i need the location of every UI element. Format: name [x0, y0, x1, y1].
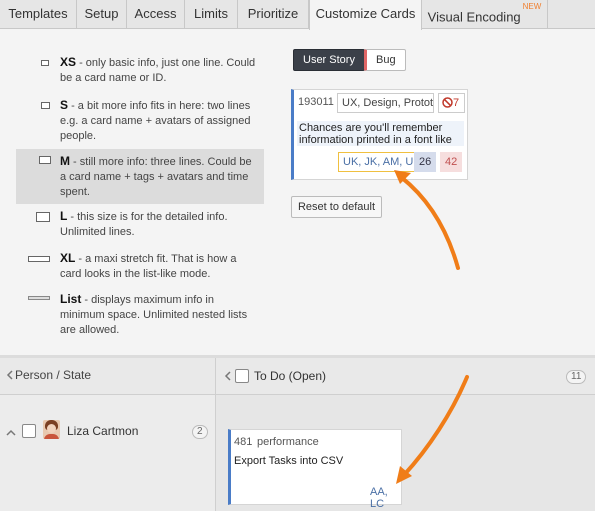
size-option-s[interactable]: S - a bit more info fits in here: two li… — [16, 96, 264, 146]
size-s-name: S — [60, 98, 69, 112]
size-xl-desc: - a maxi stretch fit. That is how a card… — [60, 253, 237, 280]
column-header-todo: To Do (Open) 11 — [216, 358, 595, 395]
board-card-tag: performance — [257, 436, 319, 448]
size-m-text: M - still more info: three lines. Could … — [60, 154, 260, 200]
size-xl-icon — [28, 256, 50, 262]
row-header-liza: Liza Cartmon 2 — [0, 395, 215, 511]
chevron-left-icon[interactable] — [6, 370, 14, 380]
row-select-checkbox[interactable] — [22, 424, 36, 438]
axis-header: Person / State — [0, 358, 215, 395]
size-l-desc: - this size is for the detailed info. Un… — [60, 211, 228, 238]
size-s-desc: - a bit more info fits in here: two line… — [60, 100, 251, 142]
tab-visual-encoding-label: Visual Encoding — [427, 9, 521, 25]
size-option-list[interactable]: List - displays maximum info in minimum … — [16, 291, 264, 341]
column-select-checkbox[interactable] — [235, 369, 249, 383]
size-option-l[interactable]: L - this size is for the detailed info. … — [16, 208, 264, 244]
size-xs-desc: - only basic info, just one line. Could … — [60, 57, 256, 84]
chevron-up-icon[interactable] — [6, 429, 16, 437]
arrow-to-preview-assignees — [399, 175, 460, 270]
size-option-m[interactable]: M - still more info: three lines. Could … — [16, 149, 264, 204]
size-xl-name: XL — [60, 251, 76, 265]
size-l-icon — [36, 212, 50, 222]
size-m-desc: - still more info: three lines. Could be… — [60, 156, 252, 198]
bug-type-button[interactable]: Bug — [364, 49, 406, 71]
board-card-assignees: AA, LC — [370, 486, 388, 510]
size-xl-text: XL - a maxi stretch fit. That is how a c… — [60, 251, 260, 282]
preview-card-tags: UX, Design, Prototyping — [337, 93, 434, 113]
reset-to-default-button[interactable]: Reset to default — [291, 196, 382, 218]
size-list-text: List - displays maximum info in minimum … — [60, 292, 260, 338]
size-s-icon — [41, 102, 50, 109]
size-m-name: M — [60, 154, 70, 168]
preview-card-bugs-count: 7 — [453, 97, 460, 109]
board-card[interactable]: 481 performance Export Tasks into CSV AA… — [228, 429, 402, 510]
size-list-icon — [28, 296, 50, 300]
preview-card: 193011 UX, Design, Prototyping 7 Chances… — [291, 89, 468, 180]
size-list-desc: - displays maximum info in minimum space… — [60, 294, 248, 336]
tab-customize-cards[interactable]: Customize Cards — [309, 0, 422, 30]
row-count-badge: 2 — [192, 425, 208, 439]
tab-prioritize[interactable]: Prioritize — [238, 0, 309, 29]
column-label: To Do (Open) — [254, 369, 327, 383]
board-card-title: Export Tasks into CSV — [234, 455, 344, 467]
size-xs-text: XS - only basic info, just one line. Cou… — [60, 55, 260, 86]
tab-limits[interactable]: Limits — [185, 0, 238, 29]
preview-card-id: 193011 — [294, 93, 338, 113]
size-m-icon — [39, 156, 51, 164]
avatar — [43, 420, 60, 439]
preview-card-bugs: 7 — [438, 93, 465, 113]
axis-label: Person / State — [15, 368, 92, 382]
size-option-xs[interactable]: XS - only basic info, just one line. Cou… — [16, 52, 264, 90]
tab-setup[interactable]: Setup — [77, 0, 127, 29]
size-xs-name: XS — [60, 55, 77, 69]
size-option-xl[interactable]: XL - a maxi stretch fit. That is how a c… — [16, 250, 264, 286]
preview-card-description: Chances are you'll remember information … — [297, 121, 464, 146]
board-card-id: 481 — [234, 436, 253, 448]
user-story-type-button[interactable]: User Story — [293, 49, 365, 71]
size-s-text: S - a bit more info fits in here: two li… — [60, 98, 260, 144]
person-name: Liza Cartmon — [67, 424, 139, 438]
tab-access[interactable]: Access — [127, 0, 185, 29]
settings-tab-bar: Templates Setup Access Limits Prioritize… — [0, 0, 595, 30]
chevron-left-icon[interactable] — [224, 371, 232, 381]
size-list-name: List — [60, 292, 82, 306]
size-xs-icon — [41, 60, 49, 66]
column-count-badge: 11 — [566, 370, 587, 384]
preview-card-assignees: UK, JK, AM, UK — [338, 152, 426, 172]
no-entry-icon — [442, 97, 453, 108]
size-l-text: L - this size is for the detailed info. … — [60, 209, 260, 240]
tab-visual-encoding[interactable]: Visual EncodingNEW — [422, 0, 548, 29]
preview-card-effort: 26 — [414, 152, 437, 172]
new-badge: NEW — [522, 2, 542, 11]
preview-card-time: 42 — [440, 152, 463, 172]
tab-templates[interactable]: Templates — [0, 0, 77, 29]
